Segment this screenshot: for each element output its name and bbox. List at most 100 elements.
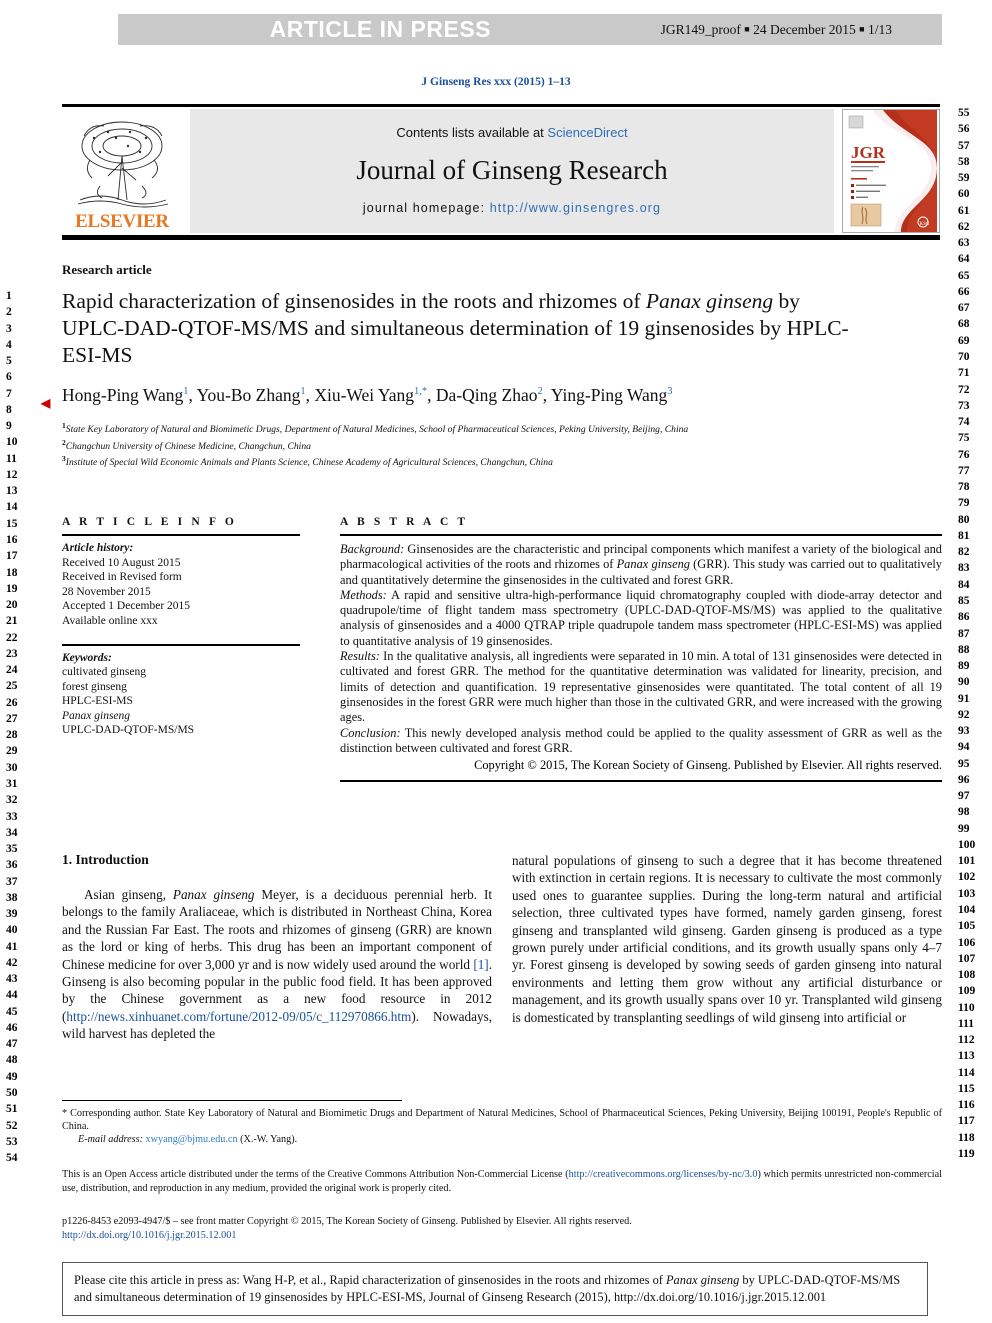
- line-number: 68: [958, 318, 970, 331]
- abstract-bottom-rule: [340, 780, 942, 783]
- sciencedirect-link[interactable]: ScienceDirect: [547, 125, 627, 140]
- corresponding-author-line: * Corresponding author. State Key Labora…: [62, 1107, 942, 1133]
- line-number: 29: [6, 745, 18, 758]
- article-history-line: 28 November 2015: [62, 585, 151, 598]
- line-number: 99: [958, 822, 970, 835]
- abstract-section: Results: In the qualitative analysis, al…: [340, 649, 942, 725]
- author-name: Hong-Ping Wang: [62, 385, 184, 405]
- line-number: 115: [958, 1082, 975, 1095]
- article-info-column: A R T I C L E I N F O Article history: R…: [62, 516, 300, 738]
- line-number: 37: [6, 875, 18, 888]
- line-number: 66: [958, 285, 970, 298]
- journal-reference-line[interactable]: J Ginseng Res xxx (2015) 1–13: [0, 76, 992, 88]
- intro-species-italic: Panax ginseng: [172, 887, 255, 902]
- abstract-section: Conclusion: This newly developed analysi…: [340, 725, 942, 755]
- line-number: 26: [6, 696, 18, 709]
- line-number: 22: [6, 631, 18, 644]
- contents-list-line: Contents lists available at ScienceDirec…: [396, 125, 627, 140]
- svg-text:KSG: KSG: [920, 222, 930, 227]
- keyword-item: cultivated ginseng: [62, 666, 146, 678]
- abstract-body: Background: Ginsenosides are the charact…: [340, 542, 942, 756]
- line-number: 56: [958, 123, 970, 136]
- email-label: E-mail address:: [78, 1134, 143, 1145]
- affiliation-list: 1State Key Laboratory of Natural and Bio…: [62, 420, 827, 470]
- abstract-section-label: Background:: [340, 542, 405, 556]
- line-number: 18: [6, 566, 18, 579]
- title-line-1: Rapid characterization of ginsenosides i…: [62, 289, 641, 313]
- line-number: 107: [958, 952, 976, 965]
- line-number: 110: [958, 1001, 975, 1014]
- article-type-label: Research article: [62, 262, 152, 277]
- keywords-block: Keywords: cultivated ginseng forest ginse…: [62, 651, 300, 738]
- journal-homepage-link[interactable]: http://www.ginsengres.org: [490, 201, 661, 215]
- abstract-section: Background: Ginsenosides are the charact…: [340, 542, 942, 587]
- intro-text-a: Asian ginseng,: [84, 887, 173, 902]
- line-number: 33: [6, 810, 18, 823]
- creative-commons-link[interactable]: http://creativecommons.org/licenses/by-n…: [569, 1169, 758, 1180]
- reference-link-1[interactable]: [1]: [473, 957, 488, 972]
- line-number: 25: [6, 680, 18, 693]
- line-number: 39: [6, 908, 18, 921]
- intro-right-text: natural populations of ginseng to such a…: [512, 853, 942, 1025]
- line-number: 100: [958, 838, 976, 851]
- elsevier-tree-icon: [77, 121, 169, 208]
- line-number: 80: [958, 513, 970, 526]
- journal-title-panel: Contents lists available at ScienceDirec…: [190, 109, 834, 233]
- line-number: 58: [958, 155, 970, 168]
- keyword-item: UPLC-DAD-QTOF-MS/MS: [62, 724, 195, 736]
- line-number: 38: [6, 891, 18, 904]
- author-query-marker-icon: ◀: [41, 396, 51, 410]
- article-history-label: Article history:: [62, 542, 134, 554]
- author-affiliation-marker: 3: [667, 386, 673, 398]
- abstract-heading: A B S T R A C T: [340, 516, 469, 528]
- line-number: 98: [958, 806, 970, 819]
- line-number: 36: [6, 859, 18, 872]
- doi-link[interactable]: http://dx.doi.org/10.1016/j.jgr.2015.12.…: [62, 1229, 942, 1243]
- cite-this-article-box: Please cite this article in press as: Wa…: [62, 1262, 928, 1316]
- line-number: 30: [6, 761, 18, 774]
- line-number: 19: [6, 582, 18, 595]
- email-suffix: (X.-W. Yang).: [237, 1134, 298, 1145]
- abstract-italic-term: Panax ginseng: [616, 557, 690, 572]
- line-number: 67: [958, 302, 970, 315]
- xinhuanet-link[interactable]: http://news.xinhuanet.com/fortune/2012-0…: [66, 1009, 411, 1024]
- elsevier-wordmark: ELSEVIER: [75, 211, 169, 232]
- line-number: 10: [6, 436, 18, 449]
- line-number: 46: [6, 1021, 18, 1034]
- line-number: 60: [958, 188, 970, 201]
- line-number: 101: [958, 855, 976, 868]
- corresponding-author-footnote: * Corresponding author. State Key Labora…: [62, 1107, 942, 1146]
- footnote-divider: [62, 1100, 402, 1102]
- line-number: 7: [6, 387, 12, 400]
- section-heading-introduction: 1. Introduction: [62, 852, 149, 867]
- masthead-top-rule: [62, 104, 940, 107]
- line-number: 81: [958, 529, 970, 542]
- email-link[interactable]: xwyang@bjmu.edu.cn: [146, 1134, 238, 1145]
- line-number: 32: [6, 794, 18, 807]
- line-number: 16: [6, 533, 18, 546]
- line-number: 24: [6, 664, 18, 677]
- body-column-left: 1. Introduction Asian ginseng, Panax gin…: [62, 852, 492, 1043]
- abstract-section-label: Results:: [340, 649, 380, 664]
- article-in-press-label: ARTICLE IN PRESS: [269, 16, 492, 42]
- line-number: 102: [958, 871, 976, 884]
- line-number: 90: [958, 676, 970, 689]
- line-number: 63: [958, 237, 970, 250]
- line-number: 78: [958, 481, 970, 494]
- line-number: 70: [958, 350, 970, 363]
- article-history-line: Received 10 August 2015: [62, 556, 181, 569]
- line-number: 28: [6, 729, 18, 742]
- affiliation-marker: 3: [62, 454, 66, 464]
- line-number: 47: [6, 1038, 18, 1051]
- cite-species-italic: Panax ginseng: [665, 1273, 740, 1287]
- line-number: 42: [6, 956, 18, 969]
- line-number: 59: [958, 172, 970, 185]
- line-number: 94: [958, 741, 970, 754]
- line-number: 119: [958, 1148, 975, 1160]
- line-number: 21: [6, 615, 18, 628]
- line-number: 118: [958, 1131, 975, 1144]
- affiliation-marker: 1: [62, 421, 66, 430]
- line-number: 50: [6, 1087, 18, 1100]
- masthead-bottom-rule: [62, 235, 940, 240]
- line-number: 35: [6, 843, 18, 856]
